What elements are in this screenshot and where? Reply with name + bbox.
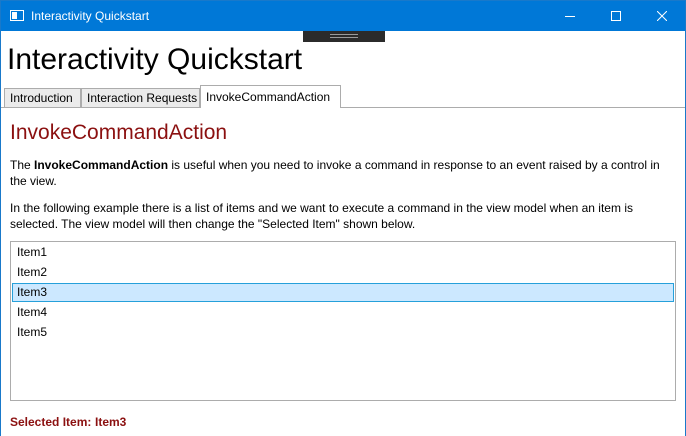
section-heading: InvokeCommandAction <box>10 121 228 144</box>
example-paragraph: In the following example there is a list… <box>10 201 633 231</box>
list-item[interactable]: Item4 <box>12 303 674 322</box>
debug-toolbar-handle[interactable] <box>303 31 385 42</box>
selected-item-value: Item3 <box>95 415 127 429</box>
app-window: Interactivity Quickstart Interactivity Q… <box>0 0 686 436</box>
maximize-button[interactable] <box>593 1 639 31</box>
tab-panel: InvokeCommandAction The InvokeCommandAct… <box>1 107 685 436</box>
list-item[interactable]: Item1 <box>12 243 674 262</box>
description-paragraph: The InvokeCommandAction is useful when y… <box>10 157 678 189</box>
close-icon <box>657 11 667 21</box>
tab-interaction-requests[interactable]: Interaction Requests <box>81 88 200 107</box>
description-bold-term: InvokeCommandAction <box>34 158 169 172</box>
tab-strip: Introduction Interaction Requests Invoke… <box>4 85 684 108</box>
list-item[interactable]: Item5 <box>12 323 674 342</box>
list-item[interactable]: Item2 <box>12 263 674 282</box>
page-title: Interactivity Quickstart <box>7 43 303 76</box>
description-prefix: The <box>10 158 35 172</box>
selected-item-label: Selected Item: <box>10 415 92 429</box>
list-item-selected[interactable]: Item3 <box>12 283 674 302</box>
minimize-icon <box>565 16 575 17</box>
app-icon <box>10 10 24 21</box>
tab-invoke-command-action[interactable]: InvokeCommandAction <box>200 85 341 108</box>
title-bar[interactable]: Interactivity Quickstart <box>1 1 685 31</box>
maximize-icon <box>611 11 621 21</box>
items-listbox[interactable]: Item1 Item2 Item3 Item4 Item5 <box>10 241 676 401</box>
window-title: Interactivity Quickstart <box>31 9 150 23</box>
close-button[interactable] <box>639 1 685 31</box>
tab-introduction[interactable]: Introduction <box>4 88 81 107</box>
minimize-button[interactable] <box>547 1 593 31</box>
